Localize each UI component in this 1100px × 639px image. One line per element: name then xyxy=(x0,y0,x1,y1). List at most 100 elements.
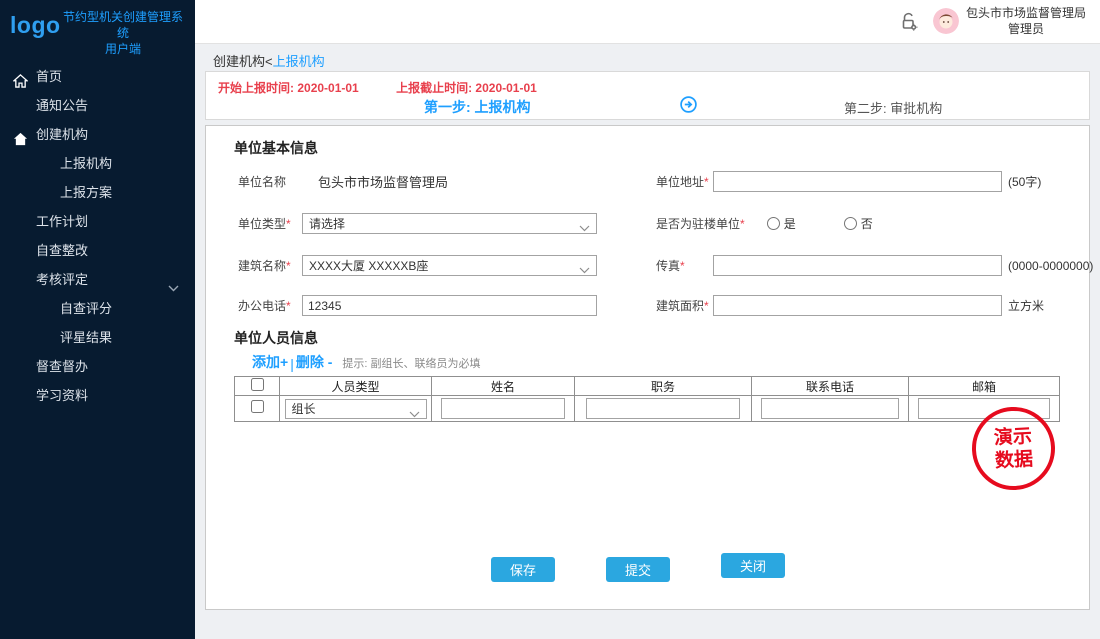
form-row: 单位类型* 请选择 是否为驻楼单位* 是 否 xyxy=(238,212,1069,235)
sidebar-item-star-results[interactable]: 评星结果 xyxy=(0,323,195,352)
person-type-select[interactable]: 组长 xyxy=(285,399,427,419)
sidebar-item-label: 上报方案 xyxy=(60,185,112,200)
sidebar-item-label: 自查整改 xyxy=(36,243,88,258)
logo-area: logo 节约型机关创建管理系统 用户端 xyxy=(0,0,195,54)
unit-type-selected: 请选择 xyxy=(309,215,345,232)
building-icon xyxy=(13,127,29,143)
building-area-label: 建筑面积* xyxy=(656,297,713,314)
person-name-input[interactable] xyxy=(441,398,566,419)
sidebar-item-notices[interactable]: 通知公告 xyxy=(0,91,195,120)
sidebar-item-label: 考核评定 xyxy=(36,272,88,287)
sidebar-item-self-check[interactable]: 自查整改 xyxy=(0,236,195,265)
sidebar-item-home[interactable]: 首页 xyxy=(0,62,195,91)
col-header-email: 邮箱 xyxy=(909,377,1060,396)
building-name-select[interactable]: XXXX大厦 XXXXXB座 xyxy=(302,255,597,276)
breadcrumb-parent: 创建机构 xyxy=(213,54,265,69)
building-area-suffix: 立方米 xyxy=(1008,297,1044,314)
stamp-line2: 数据 xyxy=(995,448,1034,473)
org-name: 包头市市场监督管理局 xyxy=(966,5,1086,21)
sidebar-item-self-score[interactable]: 自查评分 xyxy=(0,294,195,323)
sidebar-item-label: 学习资料 xyxy=(36,388,88,403)
building-name-label: 建筑名称* xyxy=(238,257,302,274)
step2-label: 第二步: 审批机构 xyxy=(844,98,942,117)
sidebar: logo 节约型机关创建管理系统 用户端 首页 通知公告 创建机构 上报机构 上… xyxy=(0,0,195,639)
deadline-value: 2020-01-01 xyxy=(475,81,536,95)
col-header-duty: 职务 xyxy=(575,377,752,396)
sidebar-item-study-materials[interactable]: 学习资料 xyxy=(0,381,195,410)
col-header-phone: 联系电话 xyxy=(752,377,909,396)
sidebar-item-label: 督查督办 xyxy=(36,359,88,374)
unit-name-value: 包头市市场监督管理局 xyxy=(318,172,448,191)
radio-yes[interactable]: 是 xyxy=(767,215,796,232)
unit-address-input[interactable] xyxy=(713,171,1002,192)
sidebar-item-label: 上报机构 xyxy=(60,156,112,171)
form-row: 办公电话* 建筑面积* 立方米 xyxy=(238,294,1069,317)
required-star: * xyxy=(704,175,709,189)
app-title-line1: 节约型机关创建管理系统 xyxy=(58,9,188,41)
staff-info-title: 单位人员信息 xyxy=(234,328,318,348)
sidebar-item-label: 评星结果 xyxy=(60,330,112,345)
building-name-selected: XXXX大厦 XXXXXB座 xyxy=(309,257,428,274)
lock-settings-icon[interactable] xyxy=(898,11,919,32)
required-star: * xyxy=(704,299,709,313)
staff-table-header-row: 人员类型 姓名 职务 联系电话 邮箱 xyxy=(235,377,1060,396)
required-star: * xyxy=(286,217,291,231)
submit-button[interactable]: 提交 xyxy=(606,557,670,582)
person-type-selected: 组长 xyxy=(292,400,316,417)
person-phone-input[interactable] xyxy=(761,398,898,419)
col-header-person-type: 人员类型 xyxy=(280,377,432,396)
fax-label: 传真* xyxy=(656,257,713,274)
close-button[interactable]: 关闭 xyxy=(721,553,785,578)
office-phone-input[interactable] xyxy=(302,295,597,316)
sidebar-item-report-plan[interactable]: 上报方案 xyxy=(0,178,195,207)
unit-address-label: 单位地址* xyxy=(656,173,713,190)
start-date-value: 2020-01-01 xyxy=(297,81,358,95)
sidebar-item-create-org[interactable]: 创建机构 xyxy=(0,120,195,149)
sidebar-item-label: 创建机构 xyxy=(36,127,88,142)
staff-hint: 提示: 副组长、联络员为必填 xyxy=(342,355,480,372)
required-star: * xyxy=(286,299,291,313)
office-phone-label: 办公电话* xyxy=(238,297,302,314)
sidebar-nav: 首页 通知公告 创建机构 上报机构 上报方案 工作计划 自查整改 考核评定 xyxy=(0,62,195,410)
avatar[interactable] xyxy=(933,8,959,34)
building-area-input[interactable] xyxy=(713,295,1002,316)
select-all-checkbox[interactable] xyxy=(251,378,264,391)
required-star: * xyxy=(286,259,291,273)
fax-input[interactable] xyxy=(713,255,1002,276)
sidebar-item-assessment[interactable]: 考核评定 xyxy=(0,265,195,294)
radio-no-input[interactable] xyxy=(844,217,857,230)
app-title: 节约型机关创建管理系统 用户端 xyxy=(58,9,188,57)
topbar: 包头市市场监督管理局 管理员 xyxy=(195,0,1100,44)
sidebar-item-report-org[interactable]: 上报机构 xyxy=(0,149,195,178)
form-panel: 单位基本信息 单位名称 包头市市场监督管理局 单位地址* (50字) 单位类型*… xyxy=(205,125,1090,610)
unit-type-select[interactable]: 请选择 xyxy=(302,213,597,234)
arrow-right-circle-icon xyxy=(680,96,697,118)
fax-suffix: (0000-0000000) xyxy=(1008,259,1093,273)
add-row-button[interactable]: 添加+ xyxy=(252,352,288,372)
delete-row-button[interactable]: 删除 - xyxy=(296,352,333,372)
stamp-line1: 演示 xyxy=(993,425,1032,450)
radio-no[interactable]: 否 xyxy=(844,215,873,232)
required-star: * xyxy=(740,217,745,231)
staff-table-row: 组长 xyxy=(235,396,1060,422)
radio-no-label: 否 xyxy=(861,215,873,232)
radio-yes-label: 是 xyxy=(784,215,796,232)
sidebar-item-supervision[interactable]: 督查督办 xyxy=(0,352,195,381)
breadcrumb: 创建机构<上报机构 xyxy=(213,51,325,70)
breadcrumb-current[interactable]: 上报机构 xyxy=(273,54,325,69)
step-panel: 开始上报时间: 2020-01-01 上报截止时间: 2020-01-01 第一… xyxy=(205,71,1090,120)
radio-yes-input[interactable] xyxy=(767,217,780,230)
sidebar-item-work-plan[interactable]: 工作计划 xyxy=(0,207,195,236)
row-checkbox[interactable] xyxy=(251,400,264,413)
person-duty-input[interactable] xyxy=(586,398,741,419)
unit-address-suffix: (50字) xyxy=(1008,173,1041,190)
breadcrumb-separator: < xyxy=(265,54,273,69)
unit-type-label: 单位类型* xyxy=(238,215,302,232)
staff-toolbar: 添加+ | 删除 - 提示: 副组长、联络员为必填 xyxy=(252,352,481,372)
staff-table: 人员类型 姓名 职务 联系电话 邮箱 组长 xyxy=(234,376,1060,422)
user-role: 管理员 xyxy=(966,21,1086,37)
logo: logo xyxy=(10,12,61,39)
app-title-line2: 用户端 xyxy=(58,41,188,57)
save-button[interactable]: 保存 xyxy=(491,557,555,582)
sidebar-item-label: 工作计划 xyxy=(36,214,88,229)
